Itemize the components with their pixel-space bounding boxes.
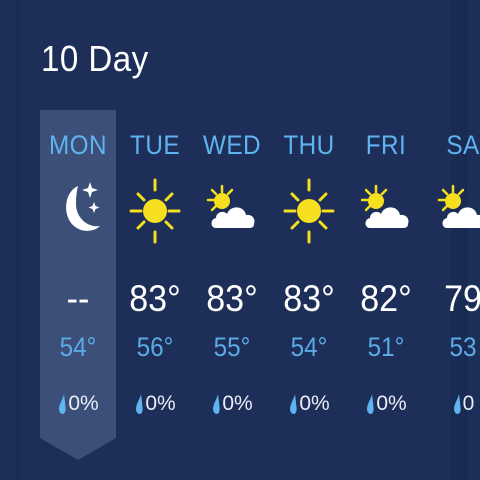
low-temp: 54° — [290, 332, 328, 362]
low-temp: 54° — [59, 332, 97, 362]
day-label: TUE — [130, 130, 180, 160]
selected-highlight-pointer — [40, 438, 116, 460]
precip-chance: 0% — [117, 392, 193, 416]
sun-icon — [283, 178, 335, 244]
high-temp: 83° — [283, 278, 335, 319]
precip-chance: 0% — [348, 392, 424, 416]
high-temp: 82° — [360, 278, 412, 319]
day-column-mon[interactable]: MON -- 54° 0% — [40, 110, 116, 470]
precip-value: 0 — [462, 392, 475, 415]
precip-value: 0% — [145, 392, 176, 415]
precip-value: 0% — [222, 392, 253, 415]
day-label: THU — [283, 130, 335, 160]
day-column-sat[interactable]: SA 79 53 0 — [425, 110, 480, 470]
raindrop-icon — [453, 394, 461, 414]
partly-cloudy-icon — [437, 184, 480, 228]
low-temp: 51° — [367, 332, 405, 362]
partly-cloudy-icon — [206, 184, 255, 228]
sun-icon — [129, 178, 181, 244]
low-temp: 56° — [136, 332, 174, 362]
precip-chance: 0% — [194, 392, 270, 416]
day-column-thu[interactable]: THU 83° 54° 0% — [271, 110, 347, 470]
high-temp: 83° — [206, 278, 258, 319]
high-temp: 83° — [129, 278, 181, 319]
high-temp: 79 — [444, 278, 480, 319]
raindrop-icon — [136, 394, 143, 414]
moon-stars-icon — [66, 182, 100, 231]
day-column-fri[interactable]: FRI 82° 51° 0% — [348, 110, 424, 470]
day-label: WED — [202, 130, 262, 160]
day-label: MON — [48, 130, 108, 160]
raindrop-icon — [290, 394, 297, 414]
forecast-strip[interactable]: MON -- 54° 0% TUE 83° 56° 0% WED 83° 55°… — [40, 110, 480, 470]
day-label: SA — [446, 130, 480, 160]
partly-cloudy-icon — [360, 184, 409, 228]
day-label: FRI — [365, 130, 407, 160]
precip-value: 0% — [68, 392, 99, 415]
high-temp: -- — [66, 278, 90, 319]
raindrop-icon — [59, 394, 66, 414]
precip-value: 0% — [299, 392, 330, 415]
precip-chance: 0% — [271, 392, 347, 416]
precip-chance: 0% — [40, 392, 116, 416]
low-temp: 55° — [213, 332, 251, 362]
page-title: 10 Day — [41, 38, 149, 79]
low-temp: 53 — [449, 332, 477, 362]
day-column-wed[interactable]: WED 83° 55° 0% — [194, 110, 270, 470]
raindrop-icon — [367, 394, 374, 414]
precip-chance: 0 — [425, 392, 480, 416]
day-column-tue[interactable]: TUE 83° 56° 0% — [117, 110, 193, 470]
raindrop-icon — [213, 394, 220, 414]
precip-value: 0% — [376, 392, 407, 415]
